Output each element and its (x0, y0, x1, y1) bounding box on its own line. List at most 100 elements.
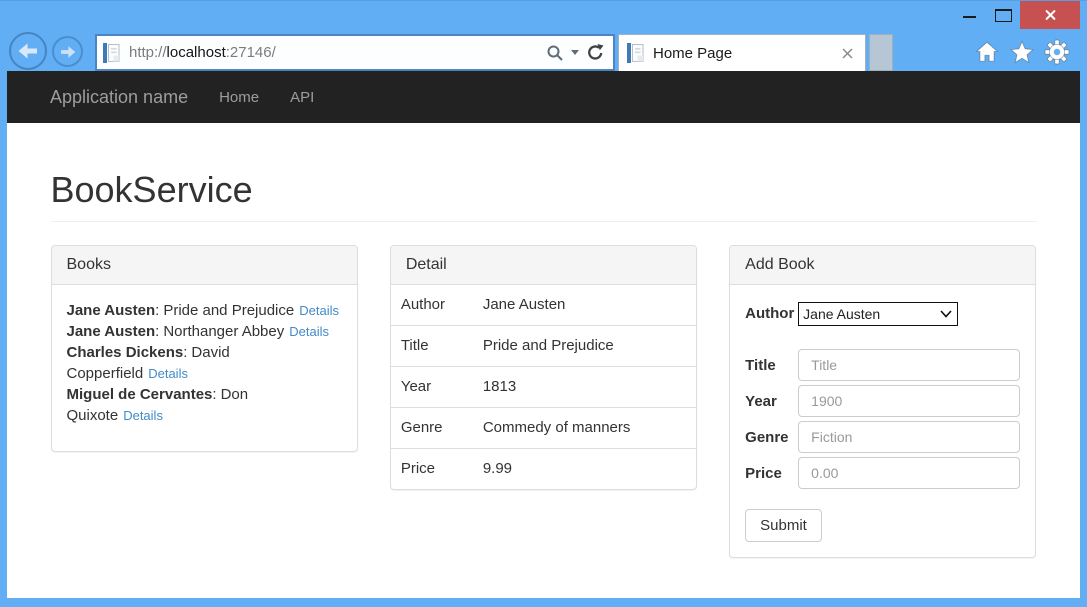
back-arrow-icon (15, 38, 41, 64)
details-link[interactable]: Details (123, 408, 163, 423)
detail-value: 1813 (483, 367, 696, 408)
book-separator: : (155, 323, 159, 340)
detail-label: Price (391, 449, 483, 490)
detail-panel-title: Detail (391, 246, 696, 285)
url-host: localhost (167, 44, 226, 61)
browser-window: http://localhost:27146/ Home Page (0, 0, 1087, 607)
year-input[interactable] (798, 385, 1020, 417)
new-tab-button[interactable] (869, 34, 893, 71)
search-dropdown-icon[interactable] (571, 50, 579, 55)
page-icon (103, 42, 121, 64)
author-select-wrap: Jane Austen (798, 302, 958, 326)
list-item: Miguel de Cervantes:Don QuixoteDetails (67, 384, 342, 426)
panels-row: Books Jane Austen:Pride and PrejudiceDet… (51, 245, 1037, 558)
book-author: Jane Austen (67, 323, 156, 340)
list-item: Jane Austen:Northanger Abbey Details (67, 321, 342, 342)
url-text: http://localhost:27146/ (129, 44, 276, 61)
table-row: Price9.99 (391, 449, 696, 490)
author-select[interactable]: Jane Austen (798, 302, 958, 326)
nav-link-home[interactable]: Home (219, 89, 259, 106)
page-icon (627, 42, 645, 64)
table-row: AuthorJane Austen (391, 285, 696, 326)
book-title: Pride and Prejudice (163, 302, 294, 319)
book-separator: : (212, 386, 216, 403)
genre-field-row: Genre (745, 421, 1020, 453)
detail-panel: Detail AuthorJane Austen TitlePride and … (390, 245, 697, 490)
price-field-row: Price (745, 457, 1020, 489)
forward-button[interactable] (52, 36, 83, 67)
add-book-panel: Add Book Author Jane Austen (729, 245, 1036, 558)
list-item: Jane Austen:Pride and Prejudice Details (67, 300, 342, 321)
author-field-row: Author Jane Austen (745, 302, 1020, 326)
details-link[interactable]: Details (299, 303, 339, 318)
detail-label: Title (391, 326, 483, 367)
details-link[interactable]: Details (289, 324, 329, 339)
year-field-row: Year (745, 385, 1020, 417)
title-field-row: Title (745, 349, 1020, 381)
favorites-button[interactable] (1008, 38, 1036, 66)
list-item: Charles Dickens:David CopperfieldDetails (67, 342, 342, 384)
detail-value: Jane Austen (483, 285, 696, 326)
books-panel: Books Jane Austen:Pride and PrejudiceDet… (51, 245, 358, 452)
page-content: Application name Home API BookService Bo… (7, 71, 1080, 598)
close-icon (842, 48, 853, 59)
maximize-icon (995, 9, 1012, 22)
title-label: Title (745, 356, 798, 374)
page-title: BookService (51, 169, 1037, 211)
book-separator: : (183, 344, 187, 361)
close-button[interactable] (1020, 1, 1080, 29)
book-author: Charles Dickens (67, 344, 184, 361)
home-button[interactable] (973, 38, 1001, 66)
details-link[interactable]: Details (148, 366, 188, 381)
star-icon (1009, 39, 1035, 65)
price-input[interactable] (798, 457, 1020, 489)
book-list: Jane Austen:Pride and PrejudiceDetails J… (67, 300, 342, 426)
refresh-icon[interactable] (586, 43, 605, 62)
title-input[interactable] (798, 349, 1020, 381)
home-icon (974, 39, 1000, 65)
table-row: Year1813 (391, 367, 696, 408)
book-separator: : (155, 302, 159, 319)
book-author: Miguel de Cervantes (67, 386, 213, 403)
detail-label: Genre (391, 408, 483, 449)
minimize-icon (963, 16, 976, 18)
tab-close-button[interactable] (839, 45, 855, 61)
book-title: Northanger Abbey (163, 323, 284, 340)
main-container: BookService Books Jane Austen:Pride and … (51, 169, 1037, 558)
detail-value: 9.99 (483, 449, 696, 490)
book-author: Jane Austen (67, 302, 156, 319)
minimize-button[interactable] (955, 1, 985, 29)
detail-label: Year (391, 367, 483, 408)
books-panel-body: Jane Austen:Pride and PrejudiceDetails J… (52, 285, 357, 451)
browser-toolbar-icons (973, 38, 1071, 66)
gear-icon (1044, 39, 1070, 65)
navbar-brand[interactable]: Application name (50, 87, 188, 108)
url-scheme: http:// (129, 44, 167, 61)
tab-home-page[interactable]: Home Page (618, 34, 866, 71)
add-book-form: Author Jane Austen Title (730, 285, 1035, 557)
author-label: Author (745, 305, 798, 326)
submit-button[interactable]: Submit (745, 509, 822, 542)
address-bar[interactable]: http://localhost:27146/ (95, 34, 615, 71)
detail-value: Pride and Prejudice (483, 326, 696, 367)
genre-label: Genre (745, 428, 798, 446)
year-label: Year (745, 392, 798, 410)
table-row: GenreCommedy of manners (391, 408, 696, 449)
forward-arrow-icon (58, 42, 78, 62)
table-row: TitlePride and Prejudice (391, 326, 696, 367)
price-label: Price (745, 464, 798, 482)
detail-table: AuthorJane Austen TitlePride and Prejudi… (391, 285, 696, 489)
books-panel-title: Books (52, 246, 357, 285)
search-icon[interactable] (546, 44, 564, 62)
url-path: :27146/ (226, 44, 276, 61)
navbar: Application name Home API (7, 71, 1080, 123)
address-bar-icons (546, 36, 605, 69)
genre-input[interactable] (798, 421, 1020, 453)
detail-value: Commedy of manners (483, 408, 696, 449)
back-button[interactable] (9, 32, 47, 70)
add-book-panel-title: Add Book (730, 246, 1035, 285)
settings-button[interactable] (1043, 38, 1071, 66)
maximize-button[interactable] (988, 1, 1018, 29)
title-divider (51, 221, 1037, 222)
nav-link-api[interactable]: API (290, 89, 314, 106)
